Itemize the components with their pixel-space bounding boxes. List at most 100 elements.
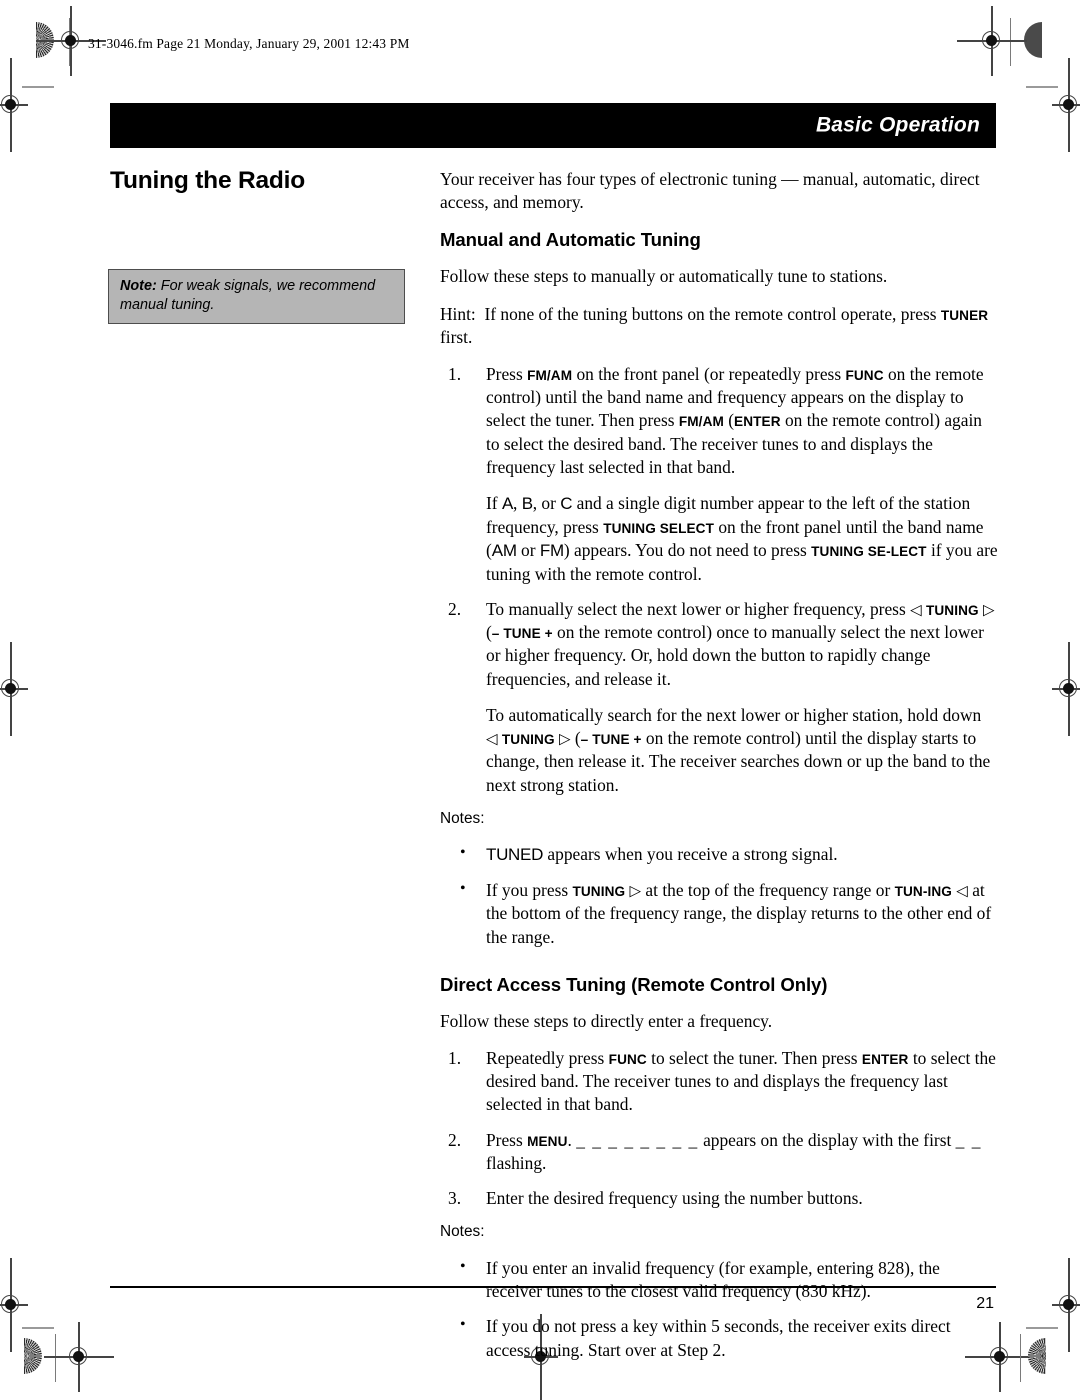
text-run: (: [723, 410, 735, 431]
list-item: 1. Press FM/AM on the front panel (or re…: [440, 363, 998, 586]
notes-label-direct: Notes:: [440, 1223, 485, 1241]
page-number: 21: [976, 1295, 994, 1312]
hint-paragraph: Hint: If none of the tuning buttons on t…: [440, 303, 998, 349]
direct-notes-list: • If you enter an invalid frequency (for…: [440, 1257, 998, 1362]
step1-paragraph-2: If A, B, or C and a single digit number …: [486, 492, 998, 586]
text-run: If: [486, 493, 502, 514]
hint-text-2: first.: [440, 326, 473, 347]
list-item: • TUNED appears when you receive a stron…: [440, 843, 998, 867]
button-name-tuning-select: TUNING SELECT: [603, 520, 714, 536]
triangle-left-icon: ◁: [910, 600, 922, 619]
step-number: 1.: [448, 1047, 462, 1068]
direct-step3-paragraph: Enter the desired frequency using the nu…: [486, 1188, 863, 1209]
button-name-tuning: TUNING: [501, 732, 555, 748]
display-indicator-am: AM: [491, 541, 517, 561]
notes-label-manual: Notes:: [440, 809, 485, 827]
registration-crosshair-left-upper: [0, 58, 28, 152]
manual-notes-list: • TUNED appears when you receive a stron…: [440, 843, 998, 948]
button-name-tuning-select-2: TUNING SE-LECT: [811, 544, 927, 560]
bullet-icon: •: [460, 880, 466, 898]
triangle-right-icon: ▷: [558, 729, 571, 748]
file-timestamp-header: 31-3046.fm Page 21 Monday, January 29, 2…: [88, 36, 410, 51]
button-name-tuning-2: TUN-ING: [894, 884, 952, 900]
text-run: To manually select the next lower or hig…: [486, 599, 911, 619]
registration-crosshair-right-lower: [1052, 1258, 1080, 1352]
print-starburst-mark: [1028, 1338, 1046, 1374]
main-content-column: Your receiver has four types of electron…: [440, 168, 998, 1374]
step-number: 2.: [448, 1129, 462, 1150]
list-item: • If you do not press a key within 5 sec…: [440, 1315, 998, 1361]
registration-crosshair-bottom-left: [44, 1322, 114, 1392]
list-item: • If you press TUNING ▷ at the top of th…: [440, 879, 998, 949]
registration-crosshair-left-lower: [0, 1258, 28, 1352]
note-callout-box: Note: For weak signals, we recommend man…: [108, 269, 405, 325]
text-run: appears on the display with the first: [698, 1129, 956, 1150]
note-bullet-text: appears when you receive a strong signal…: [543, 844, 838, 865]
chapter-title: Basic Operation: [815, 113, 980, 137]
text-run: Press: [486, 363, 528, 384]
bullet-icon: •: [460, 1316, 466, 1334]
text-run: Repeatedly press: [486, 1047, 609, 1068]
step2-paragraph-2: To automatically search for the next low…: [486, 704, 998, 797]
button-name-tuning: TUNING: [925, 603, 979, 618]
button-name-fm-am: FM/AM: [527, 367, 573, 383]
button-name-func: FUNC: [608, 1051, 647, 1067]
direct-step2-paragraph: Press MENU. _ _ _ _ _ _ _ _ appears on t…: [486, 1129, 998, 1175]
text-run: on the front panel (or repeatedly press: [572, 363, 846, 384]
intro-paragraph: Your receiver has four types of electron…: [440, 169, 980, 213]
text-run: ,: [512, 493, 522, 514]
registration-crosshair-right-upper: [1052, 58, 1080, 152]
text-run: .: [567, 1129, 577, 1150]
registration-crosshair-top-right: [957, 6, 1027, 76]
text-run: ) appears. You do not need to press: [563, 540, 812, 561]
text-run: or: [516, 540, 540, 561]
page-title: Tuning the Radio: [110, 167, 306, 194]
text-run: To automatically search for the next low…: [486, 704, 982, 725]
list-item: 2. To manually select the next lower or …: [440, 598, 998, 797]
display-placeholder-dashes-first: _ _: [955, 1129, 982, 1150]
triangle-right-icon: ▷: [983, 600, 995, 619]
display-placeholder-dashes: _ _ _ _ _ _ _ _: [576, 1129, 699, 1150]
text-run: If you press: [486, 880, 573, 901]
text-run: Press: [486, 1129, 528, 1150]
print-solid-mark: [1024, 22, 1042, 58]
note-label: Note:: [120, 278, 157, 294]
footer-divider: [110, 1286, 996, 1289]
list-item: 2. Press MENU. _ _ _ _ _ _ _ _ appears o…: [440, 1129, 998, 1175]
direct-access-steps: 1. Repeatedly press FUNC to select the t…: [440, 1047, 998, 1210]
manual-tuning-steps: 1. Press FM/AM on the front panel (or re…: [440, 363, 998, 797]
text-run: to select the tuner. Then press: [646, 1047, 862, 1068]
step-number: 3.: [448, 1188, 462, 1209]
heading-manual-automatic-tuning: Manual and Automatic Tuning: [440, 229, 701, 251]
trim-tick: [1026, 1327, 1058, 1329]
display-indicator-a: A: [501, 494, 513, 514]
trim-tick: [22, 1327, 54, 1329]
button-name-fm-am-2: FM/AM: [678, 414, 724, 430]
button-name-enter: ENTER: [734, 414, 781, 430]
triangle-left-icon: ◁: [956, 881, 968, 900]
trim-rule-vertical: [1010, 18, 1012, 66]
button-name-tuner: TUNER: [940, 307, 989, 323]
step-number: 2.: [448, 599, 462, 619]
bullet-icon: •: [460, 1257, 466, 1275]
display-indicator-tuned: TUNED: [486, 845, 544, 865]
button-name-tune-minus-plus: – TUNE +: [491, 626, 553, 642]
button-name-tune-minus-plus: – TUNE +: [580, 732, 642, 748]
manual-lead-paragraph: Follow these steps to manually or automa…: [440, 266, 888, 287]
list-item: 1. Repeatedly press FUNC to select the t…: [440, 1047, 998, 1117]
text-run: at the top of the frequency range or: [641, 880, 895, 901]
triangle-right-icon: ▷: [629, 881, 642, 900]
button-name-menu: MENU: [527, 1133, 568, 1149]
text-run: , or: [532, 493, 561, 514]
button-name-func: FUNC: [845, 367, 884, 383]
list-item: 3. Enter the desired frequency using the…: [440, 1187, 998, 1210]
hint-text-1: If none of the tuning buttons on the rem…: [484, 303, 941, 324]
registration-crosshair-left-middle: [0, 642, 28, 736]
button-name-enter: ENTER: [861, 1051, 909, 1067]
heading-direct-access-tuning: Direct Access Tuning (Remote Control Onl…: [440, 973, 828, 995]
button-name-tuning: TUNING: [572, 884, 626, 900]
chapter-banner: Basic Operation: [110, 103, 996, 148]
triangle-left-icon: ◁: [486, 729, 498, 748]
list-item: • If you enter an invalid frequency (for…: [440, 1257, 998, 1303]
hint-label: Hint:: [440, 303, 476, 324]
